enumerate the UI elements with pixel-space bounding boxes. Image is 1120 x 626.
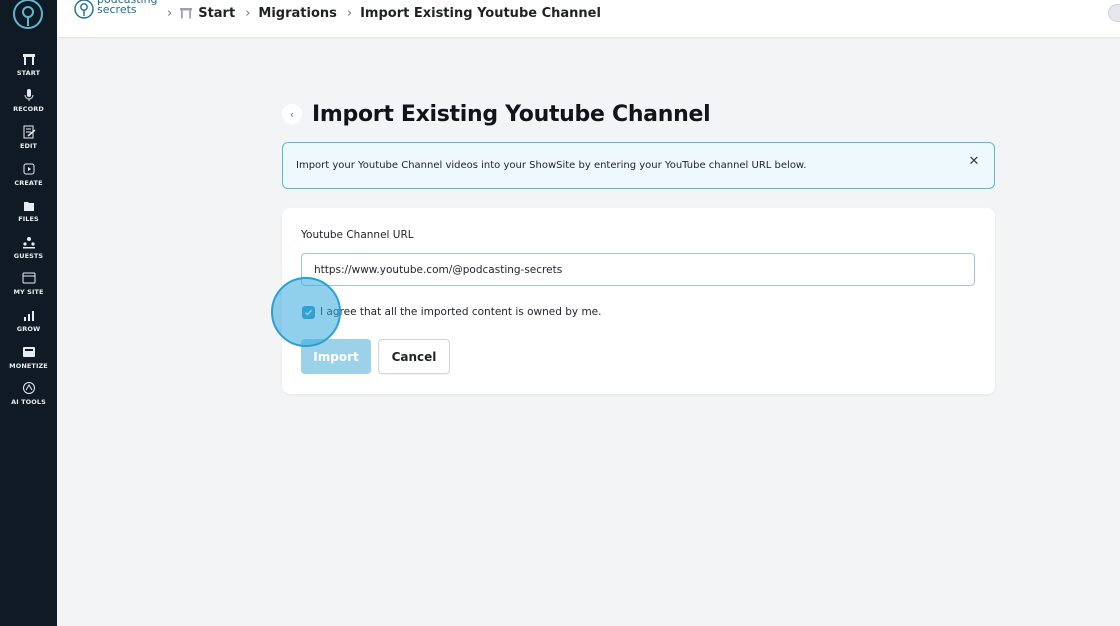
files-icon (23, 202, 34, 211)
page-title: Import Existing Youtube Channel (312, 101, 711, 127)
sidebar-item-my-site[interactable]: MY SITE (0, 269, 57, 303)
chevron-right-icon: › (245, 5, 251, 21)
youtube-url-input[interactable] (301, 253, 975, 286)
agree-label[interactable]: I agree that all the imported content is… (320, 306, 601, 318)
sidebar: START RECORD EDIT CREATE FILES GUESTS MY… (0, 0, 57, 626)
agree-checkbox[interactable] (302, 306, 315, 319)
cancel-button[interactable]: Cancel (378, 339, 450, 374)
breadcrumb-migrations[interactable]: Migrations (258, 6, 336, 21)
chevron-right-icon: › (346, 5, 353, 21)
sidebar-item-label: GROW (16, 325, 41, 333)
edit-icon (23, 125, 35, 139)
guests-icon (22, 237, 35, 249)
info-banner: Import your Youtube Channel videos into … (282, 142, 995, 189)
grow-icon (23, 311, 34, 321)
brand-logo[interactable]: podcasting secrets (74, 0, 166, 24)
sidebar-item-guests[interactable]: GUESTS (0, 233, 57, 267)
breadcrumb-current: Import Existing Youtube Channel (360, 5, 601, 21)
sidebar-item-edit[interactable]: EDIT (0, 123, 57, 157)
sidebar-item-label: START (16, 69, 41, 77)
sidebar-item-label: EDIT (19, 142, 38, 150)
podcasting-secrets-logo-icon (74, 0, 94, 19)
microphone-icon (24, 89, 33, 101)
sidebar-item-record[interactable]: RECORD (0, 86, 57, 120)
page-title-row: ‹ Import Existing Youtube Channel (282, 100, 711, 128)
sidebar-item-label: RECORD (13, 105, 44, 113)
start-icon (22, 54, 35, 65)
sidebar-item-label: CREATE (14, 179, 43, 187)
monetize-icon (22, 347, 35, 357)
close-icon[interactable]: ✕ (968, 155, 980, 169)
import-button[interactable]: Import (301, 339, 371, 374)
import-form-card: Youtube Channel URL I agree that all the… (282, 208, 995, 394)
sidebar-item-files[interactable]: FILES (0, 196, 57, 230)
breadcrumb-start[interactable]: Start (198, 6, 235, 21)
checkmark-icon (304, 309, 313, 316)
sidebar-item-label: MONETIZE (9, 362, 48, 370)
my-site-icon (22, 272, 35, 284)
podcasting-secrets-logo-icon[interactable] (12, 0, 44, 30)
start-icon (180, 8, 193, 19)
create-icon (23, 163, 34, 175)
top-header: podcasting secrets › Start › Migrations … (57, 0, 1120, 37)
back-button[interactable]: ‹ (282, 104, 302, 124)
sidebar-item-grow[interactable]: GROW (0, 306, 57, 340)
chevron-right-icon: › (167, 5, 173, 21)
sidebar-item-label: MY SITE (13, 288, 44, 296)
brand-line-2: secrets (97, 3, 137, 16)
sidebar-item-monetize[interactable]: MONETIZE (0, 343, 57, 377)
url-label: Youtube Channel URL (301, 229, 414, 241)
banner-text: Import your Youtube Channel videos into … (296, 160, 807, 171)
breadcrumb: › Start › Migrations › Import Existing Y… (167, 5, 601, 21)
help-button[interactable] (1108, 4, 1120, 22)
ai-tools-icon (22, 382, 35, 394)
sidebar-item-start[interactable]: START (0, 50, 57, 84)
sidebar-item-label: FILES (18, 215, 39, 223)
sidebar-item-label: AI TOOLS (11, 398, 46, 406)
chevron-left-icon: ‹ (289, 107, 295, 121)
sidebar-item-ai-tools[interactable]: AI TOOLS (0, 379, 57, 413)
brand-name: podcasting secrets (97, 0, 158, 15)
sidebar-item-create[interactable]: CREATE (0, 160, 57, 194)
sidebar-item-label: GUESTS (13, 252, 44, 260)
